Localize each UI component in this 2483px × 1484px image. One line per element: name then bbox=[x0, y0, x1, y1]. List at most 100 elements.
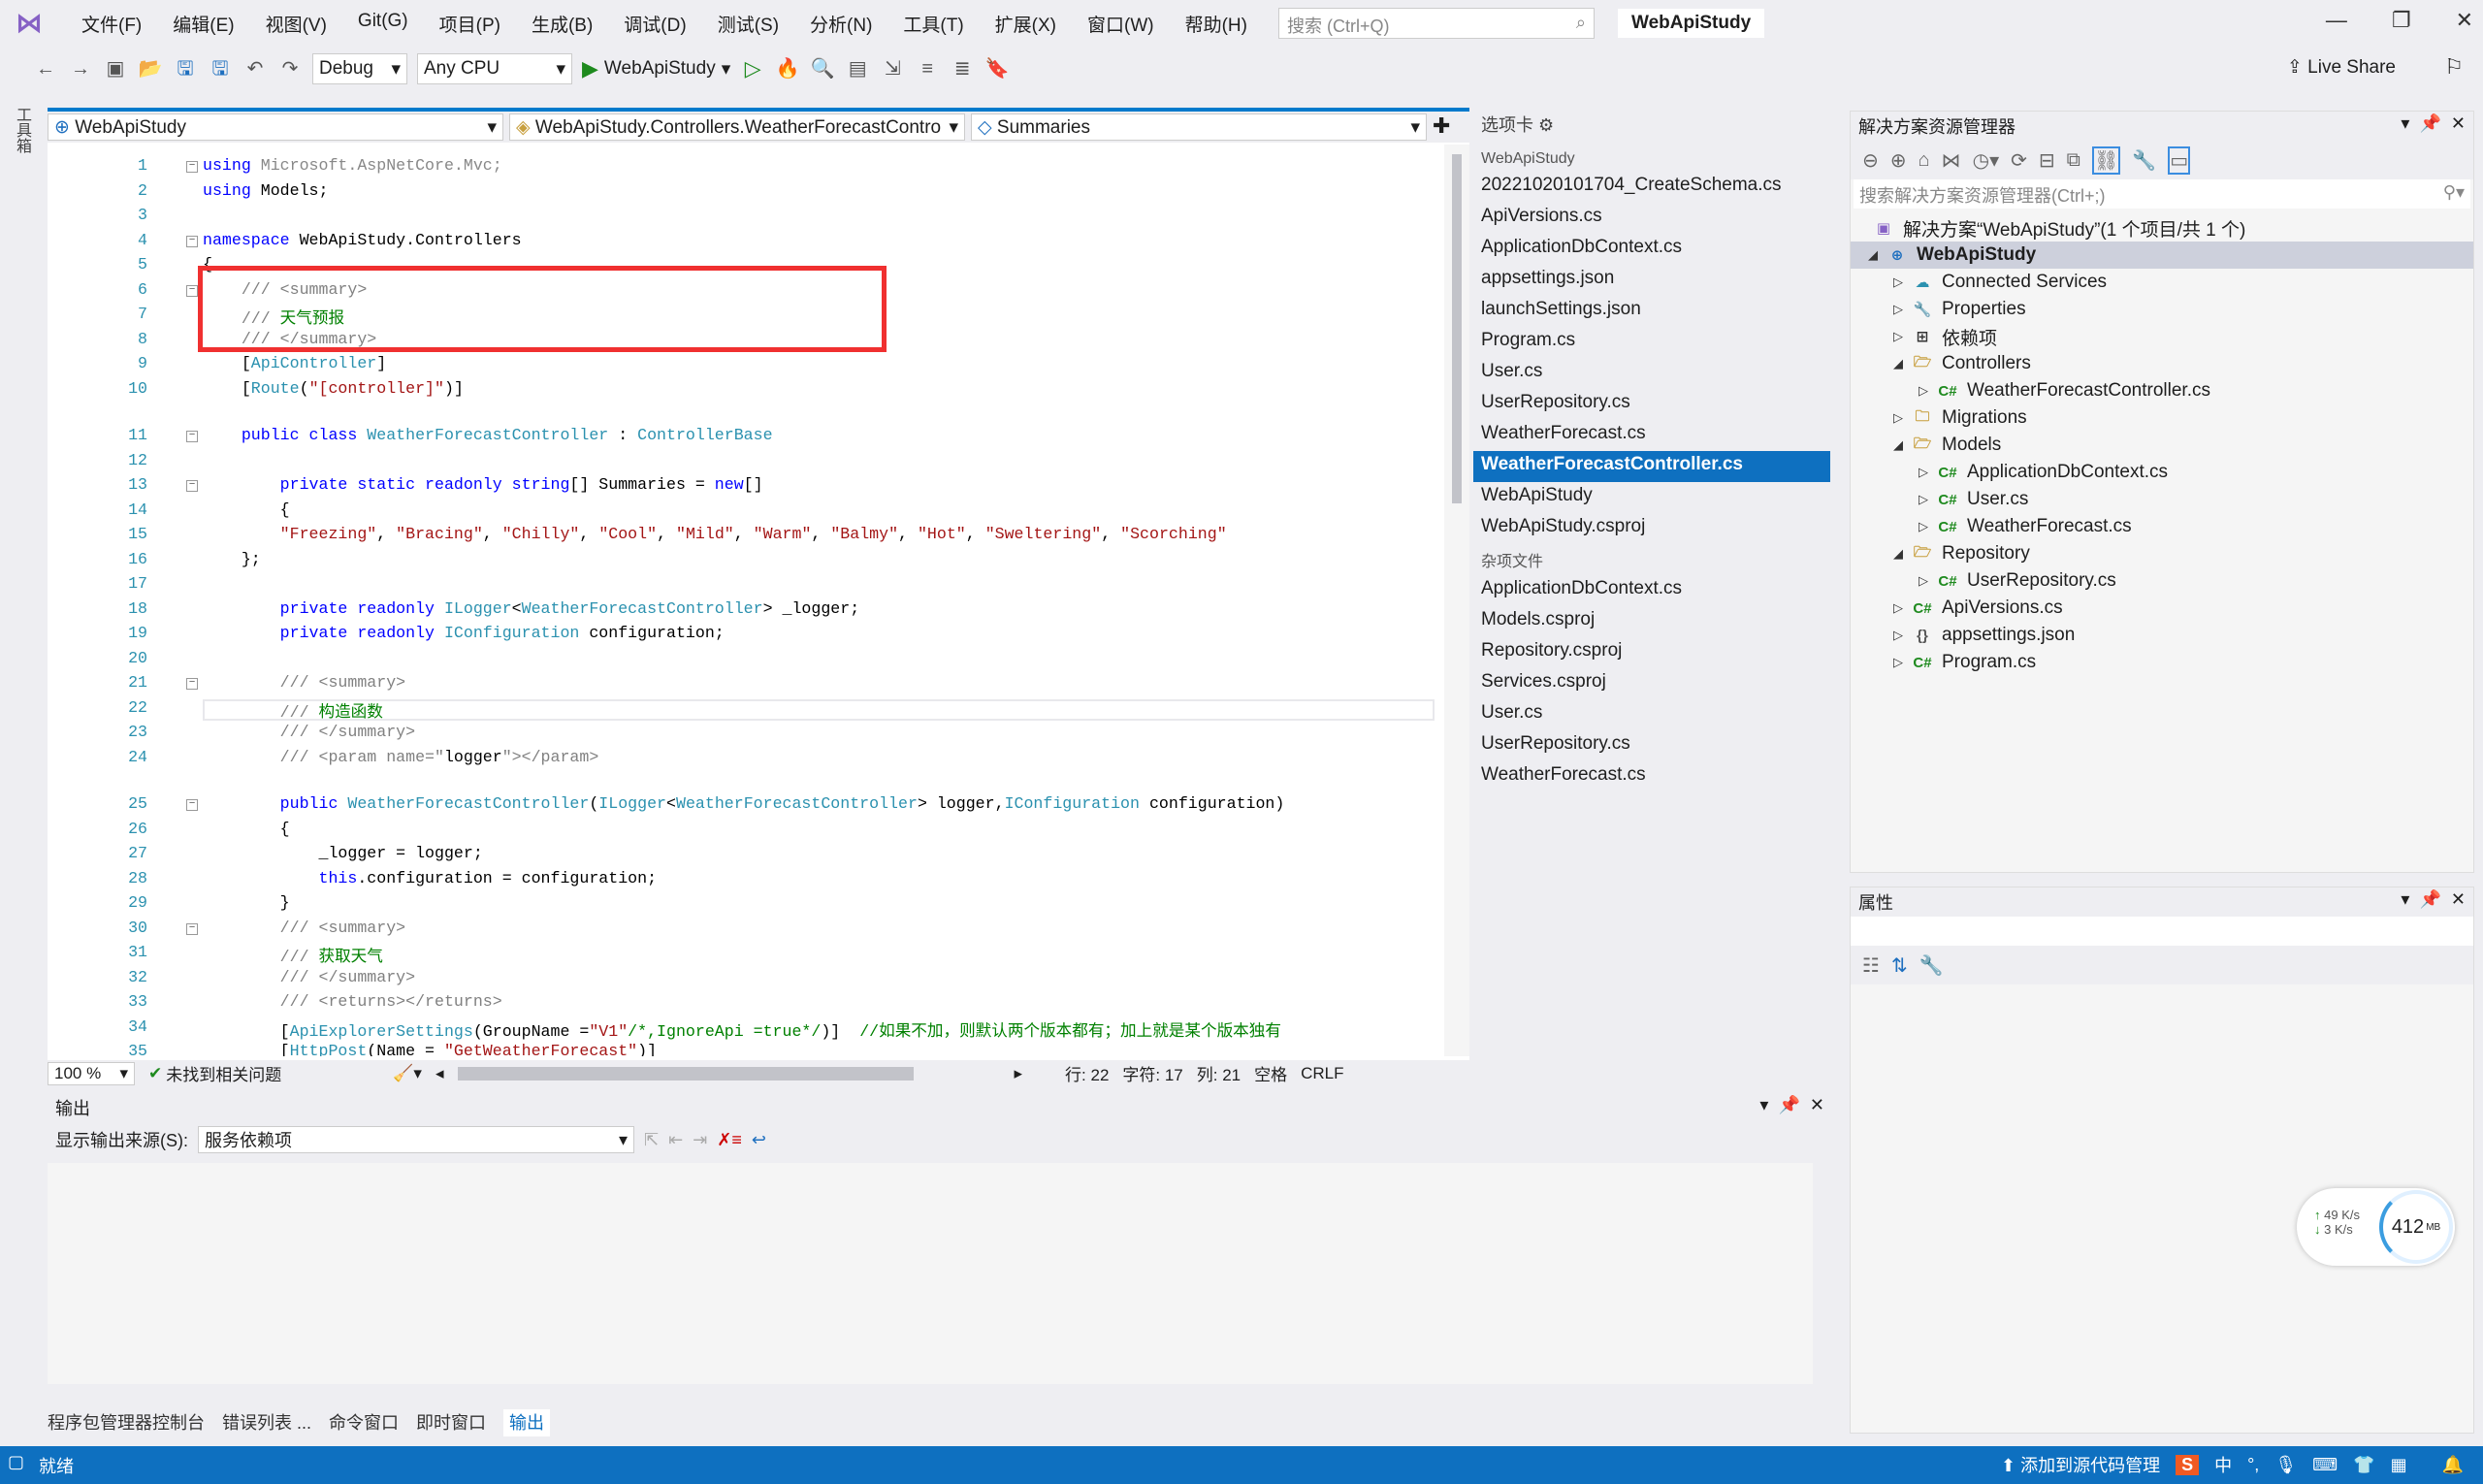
expander-icon[interactable]: ◢ bbox=[1887, 437, 1909, 453]
tree-item[interactable]: ▷ C# ApiVersions.cs bbox=[1851, 595, 2473, 622]
tree-item[interactable]: ▷ 🗀 Migrations bbox=[1851, 404, 2473, 432]
tree-item[interactable]: ▷ ☁ Connected Services bbox=[1851, 269, 2473, 296]
menu-item[interactable]: 窗口(W) bbox=[1072, 11, 1170, 37]
microphone-icon[interactable]: 🎙 bbox=[2274, 1455, 2297, 1475]
bottom-tab[interactable]: 错误列表 ... bbox=[222, 1409, 311, 1436]
member-dropdown[interactable]: ◇ Summaries ▾ bbox=[971, 113, 1427, 141]
fold-toggle-icon[interactable]: − bbox=[186, 799, 198, 811]
forward-icon[interactable]: → bbox=[68, 56, 93, 81]
toolbox-icon[interactable]: ▦ bbox=[2391, 1455, 2407, 1475]
redo-icon[interactable]: ↷ bbox=[277, 56, 303, 81]
expander-icon[interactable]: ◢ bbox=[1887, 356, 1909, 371]
menu-item[interactable]: Git(G) bbox=[342, 11, 424, 37]
toolbox-item[interactable]: WeatherForecast.cs bbox=[1473, 420, 1842, 451]
refresh-icon[interactable]: ⟳ bbox=[2011, 148, 2027, 173]
expander-icon[interactable]: ▷ bbox=[1913, 492, 1934, 507]
close-button[interactable]: ✕ bbox=[2456, 8, 2473, 33]
whitespace-indicator[interactable]: 空格 bbox=[1254, 1061, 1287, 1085]
tree-item[interactable]: ▷ 🔧 Properties bbox=[1851, 296, 2473, 323]
tree-item[interactable]: ▷ C# Program.cs bbox=[1851, 649, 2473, 676]
expander-icon[interactable]: ▷ bbox=[1887, 655, 1909, 670]
save-all-icon[interactable]: 🖫 bbox=[208, 56, 233, 81]
properties-icon[interactable]: 🔧 bbox=[2132, 148, 2156, 173]
save-icon[interactable]: 🖫 bbox=[173, 56, 198, 81]
code-editor[interactable]: ⊕ WebApiStudy ▾ ◈ WebApiStudy.Controllers… bbox=[48, 108, 1469, 1086]
expander-icon[interactable]: ▷ bbox=[1913, 519, 1934, 534]
punctuation-icon[interactable]: °, bbox=[2247, 1455, 2259, 1475]
ime-mode[interactable]: 中 bbox=[2214, 1452, 2232, 1477]
bottom-tab[interactable]: 输出 bbox=[503, 1409, 551, 1436]
bookmark-icon[interactable]: 🔖 bbox=[984, 56, 1010, 81]
categorized-icon[interactable]: ☷ bbox=[1862, 953, 1880, 978]
dropdown-icon[interactable]: ▾ bbox=[2401, 889, 2409, 909]
sogou-ime-icon[interactable]: S bbox=[2176, 1454, 2200, 1475]
fold-toggle-icon[interactable]: − bbox=[186, 161, 198, 173]
expander-icon[interactable]: ◢ bbox=[1862, 247, 1884, 263]
hscroll-left[interactable]: ◂ bbox=[435, 1064, 444, 1083]
expander-icon[interactable]: ◢ bbox=[1887, 546, 1909, 562]
menu-item[interactable]: 帮助(H) bbox=[1170, 11, 1263, 37]
toolbox-item[interactable]: WebApiStudy.csproj bbox=[1473, 513, 1842, 544]
switch-views-icon[interactable]: ⋈ bbox=[1942, 148, 1961, 173]
expander-icon[interactable]: ▷ bbox=[1887, 628, 1909, 643]
find-message-icon[interactable]: ⇱ bbox=[644, 1130, 659, 1150]
prev-message-icon[interactable]: ⇤ bbox=[668, 1130, 683, 1150]
tree-item[interactable]: ▷ C# WeatherForecast.cs bbox=[1851, 513, 2473, 540]
bell-icon[interactable]: 🔔 bbox=[2442, 1455, 2464, 1475]
fold-toggle-icon[interactable]: − bbox=[186, 480, 198, 492]
keyboard-icon[interactable]: ⌨ bbox=[2312, 1455, 2338, 1475]
show-all-files-icon[interactable]: ⧉ bbox=[2067, 149, 2080, 172]
fold-toggle-icon[interactable]: − bbox=[186, 235, 198, 247]
clear-all-icon[interactable]: ✗≡ bbox=[717, 1130, 742, 1150]
home-icon[interactable]: ⌂ bbox=[1919, 149, 1930, 172]
toolbox-item[interactable]: WebApiStudy bbox=[1473, 482, 1842, 513]
tree-item[interactable]: ◢ 🗁 Repository bbox=[1851, 540, 2473, 567]
split-icon[interactable]: ✚ bbox=[1433, 113, 1450, 141]
vertical-scrollbar[interactable] bbox=[1444, 145, 1469, 1056]
open-folder-icon[interactable]: 📂 bbox=[138, 56, 163, 81]
property-pages-icon[interactable]: 🔧 bbox=[1919, 953, 1944, 978]
fold-toggle-icon[interactable]: − bbox=[186, 678, 198, 690]
scrollbar-thumb[interactable] bbox=[1452, 154, 1462, 503]
dropdown-icon[interactable]: ▾ bbox=[2401, 113, 2409, 133]
bottom-tab[interactable]: 命令窗口 bbox=[329, 1409, 399, 1436]
run-button[interactable]: ▶ WebApiStudy ▾ bbox=[582, 56, 730, 81]
fold-toggle-icon[interactable]: − bbox=[186, 284, 198, 297]
preview-icon[interactable]: ▭ bbox=[2168, 145, 2191, 175]
toolbox-item[interactable]: Services.csproj bbox=[1473, 668, 1842, 699]
toolbox-item[interactable]: 20221020101704_CreateSchema.cs bbox=[1473, 172, 1842, 203]
toolbox-rail-tab[interactable]: 工具箱 bbox=[8, 107, 33, 165]
toolbox-item[interactable]: ApiVersions.cs bbox=[1473, 203, 1842, 234]
sync-icon[interactable]: ⛓ bbox=[2091, 145, 2121, 175]
pin-icon[interactable]: 📌 bbox=[2419, 113, 2440, 133]
expander-icon[interactable]: ▷ bbox=[1887, 600, 1909, 616]
menu-item[interactable]: 调试(D) bbox=[608, 11, 701, 37]
project-dropdown[interactable]: ⊕ WebApiStudy ▾ bbox=[48, 113, 503, 141]
tree-item[interactable]: ▷ C# ApplicationDbContext.cs bbox=[1851, 459, 2473, 486]
expander-icon[interactable]: ▷ bbox=[1913, 383, 1934, 399]
find-icon[interactable]: 🔍 bbox=[810, 56, 835, 81]
expander-icon[interactable]: ▷ bbox=[1913, 573, 1934, 589]
uncomment-icon[interactable]: ≣ bbox=[950, 56, 975, 81]
fold-toggle-icon[interactable]: − bbox=[186, 922, 198, 935]
close-icon[interactable]: ✕ bbox=[2451, 113, 2466, 133]
cleanup-icon[interactable]: 🧹▾ bbox=[393, 1064, 422, 1083]
menu-item[interactable]: 扩展(X) bbox=[980, 11, 1072, 37]
toolbox-item[interactable]: UserRepository.cs bbox=[1473, 730, 1842, 761]
feedback-icon[interactable]: ⚐ bbox=[2444, 54, 2464, 80]
object-select[interactable] bbox=[1851, 917, 2473, 946]
platform-select[interactable]: Any CPU ▾ bbox=[417, 53, 572, 84]
live-share-button[interactable]: ⇪ Live Share bbox=[2287, 56, 2396, 79]
configuration-select[interactable]: Debug ▾ bbox=[312, 53, 407, 84]
toolbox-item[interactable]: User.cs bbox=[1473, 699, 1842, 730]
close-icon[interactable]: ✕ bbox=[1810, 1095, 1824, 1114]
toolbox-item[interactable]: appsettings.json bbox=[1473, 265, 1842, 296]
menu-item[interactable]: 测试(S) bbox=[702, 11, 794, 37]
undo-icon[interactable]: ↶ bbox=[242, 56, 268, 81]
alphabetical-icon[interactable]: ⇅ bbox=[1891, 953, 1908, 978]
step-icon[interactable]: ⇲ bbox=[880, 56, 905, 81]
menu-item[interactable]: 生成(B) bbox=[516, 11, 608, 37]
new-project-icon[interactable]: ▣ bbox=[103, 56, 128, 81]
toolbox-item[interactable]: UserRepository.cs bbox=[1473, 389, 1842, 420]
minimize-button[interactable]: — bbox=[2326, 8, 2347, 33]
